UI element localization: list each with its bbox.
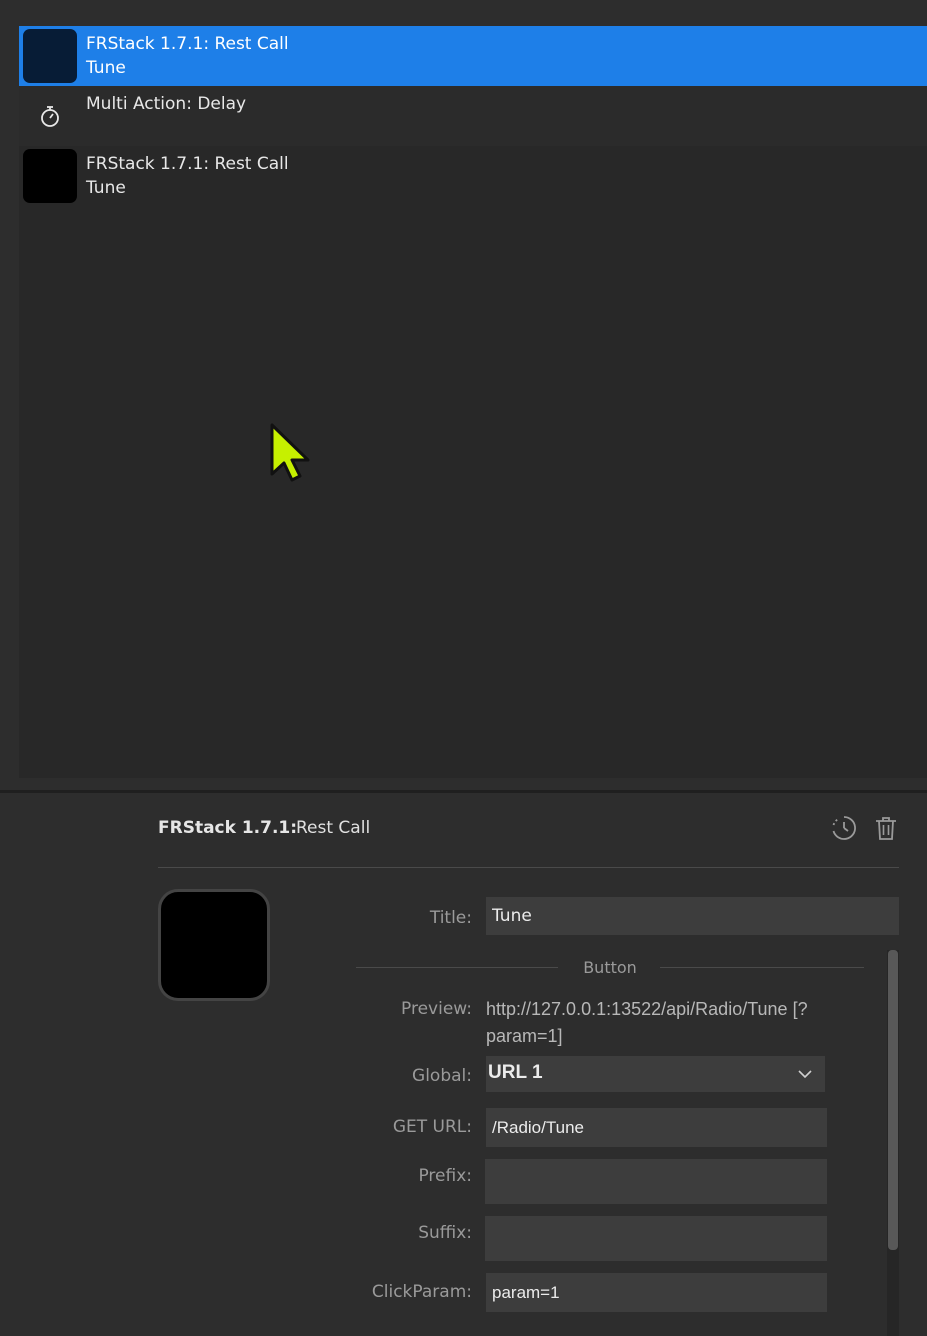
suffix-label: Suffix: bbox=[418, 1223, 472, 1243]
global-label: Global: bbox=[412, 1066, 472, 1086]
title-label: Title: bbox=[429, 908, 472, 928]
get-url-input[interactable] bbox=[486, 1108, 827, 1147]
get-url-label: GET URL: bbox=[392, 1117, 472, 1137]
stopwatch-icon bbox=[41, 106, 59, 127]
clickparam-label: ClickParam: bbox=[371, 1282, 472, 1302]
history-icon[interactable] bbox=[831, 815, 857, 841]
preview-label: Preview: bbox=[401, 999, 472, 1019]
section-divider-left bbox=[356, 967, 558, 968]
trash-icon[interactable] bbox=[873, 815, 899, 841]
action-thumbnail bbox=[23, 149, 77, 203]
app-window: FRStack 1.7.1: Rest Call Tune Multi Acti… bbox=[0, 0, 927, 1336]
global-select[interactable]: URL 1 bbox=[486, 1056, 825, 1092]
preview-url: http://127.0.0.1:13522/api/Radio/Tune [?… bbox=[486, 999, 808, 1046]
chevron-down-icon bbox=[798, 1070, 812, 1079]
inspector-scrollbar[interactable] bbox=[887, 950, 899, 1336]
action-row-delay[interactable]: Multi Action: Delay bbox=[19, 86, 927, 146]
action-row-rest-call-1[interactable]: FRStack 1.7.1: Rest Call Tune bbox=[19, 26, 927, 86]
property-inspector: FRStack 1.7.1: Rest Call Title: Button P… bbox=[0, 793, 927, 1336]
section-label-button: Button bbox=[583, 958, 637, 977]
plugin-name: FRStack 1.7.1: bbox=[158, 818, 298, 838]
clickparam-input[interactable] bbox=[486, 1273, 827, 1312]
action-subtitle: Tune bbox=[86, 178, 126, 198]
prefix-input[interactable] bbox=[485, 1159, 827, 1204]
title-input[interactable] bbox=[486, 897, 899, 935]
prefix-label: Prefix: bbox=[418, 1166, 472, 1186]
section-divider-right bbox=[660, 967, 864, 968]
action-title: Multi Action: Delay bbox=[86, 94, 247, 114]
action-title: FRStack 1.7.1: Rest Call bbox=[86, 34, 289, 54]
scrollbar-thumb[interactable] bbox=[888, 950, 898, 1250]
action-thumbnail bbox=[23, 29, 77, 83]
action-name: Rest Call bbox=[296, 818, 371, 838]
action-list: FRStack 1.7.1: Rest Call Tune Multi Acti… bbox=[19, 26, 927, 778]
header-divider bbox=[158, 867, 899, 868]
key-image-preview[interactable] bbox=[158, 889, 270, 1001]
suffix-input[interactable] bbox=[485, 1216, 827, 1261]
action-title: FRStack 1.7.1: Rest Call bbox=[86, 154, 289, 174]
global-select-value: URL 1 bbox=[488, 1062, 543, 1083]
mouse-cursor-icon bbox=[270, 423, 310, 482]
action-subtitle: Tune bbox=[86, 58, 126, 78]
action-row-rest-call-2[interactable]: FRStack 1.7.1: Rest Call Tune bbox=[19, 146, 927, 206]
